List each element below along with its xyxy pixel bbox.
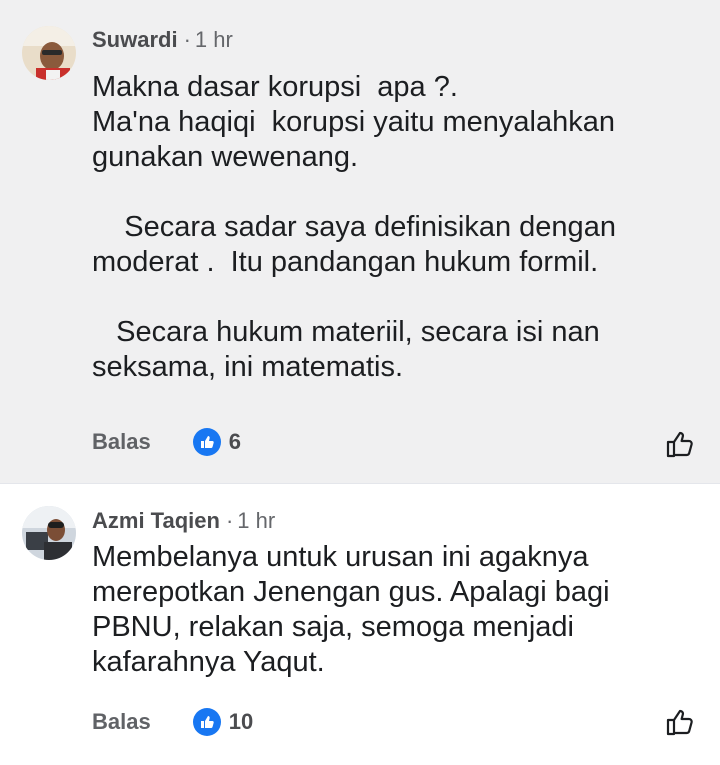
comment-azmi-taqien: Azmi Taqien · 1 hr Membelanya untuk urusan…	[0, 483, 720, 765]
comment-line: PBNU, relakan saja, semoga menjadi	[92, 611, 574, 643]
comment-meta: Suwardi · 1 hr	[92, 27, 233, 53]
comment-line: Secara hukum materiil, secara isi nan	[92, 316, 600, 348]
meta-separator: ·	[225, 508, 234, 533]
comment-line: moderat . Itu pandangan hukum formil.	[92, 246, 599, 278]
comment-actions: Balas 10	[92, 708, 253, 736]
reply-button[interactable]: Balas	[92, 709, 151, 735]
comment-actions: Balas 6	[92, 428, 241, 456]
reaction-summary[interactable]: 6	[192, 428, 241, 456]
like-icon	[192, 708, 221, 736]
timestamp[interactable]: 1 hr	[237, 508, 275, 533]
reaction-count: 6	[228, 429, 241, 454]
avatar[interactable]	[22, 26, 76, 80]
like-icon	[192, 428, 221, 456]
comment-line: gunakan wewenang.	[92, 141, 359, 173]
thumbs-up-icon	[664, 709, 696, 742]
comment-suwardi: Suwardi · 1 hr Makna dasar korupsi apa ?. …	[0, 0, 720, 483]
comment-text: Membelanya untuk urusan ini agaknya mere…	[92, 540, 692, 680]
like-button[interactable]	[664, 706, 696, 738]
comment-line: merepotkan Jenengan gus. Apalagi bagi	[92, 576, 610, 608]
timestamp[interactable]: 1 hr	[195, 27, 233, 52]
like-button[interactable]	[664, 428, 696, 460]
comment-line: Makna dasar korupsi apa ?.	[92, 71, 458, 103]
comment-line: Membelanya untuk urusan ini agaknya	[92, 541, 589, 573]
comment-line: seksama, ini matematis.	[92, 351, 404, 383]
comment-line: kafarahnya Yaqut.	[92, 646, 325, 678]
comment-line: Ma'na haqiqi korupsi yaitu menyalahkan	[92, 106, 616, 138]
reply-button[interactable]: Balas	[92, 429, 151, 455]
author-name[interactable]: Azmi Taqien	[92, 508, 220, 533]
meta-separator: ·	[183, 27, 191, 52]
avatar[interactable]	[22, 506, 76, 560]
reaction-summary[interactable]: 10	[192, 708, 254, 736]
author-name[interactable]: Suwardi	[92, 27, 178, 52]
comment-meta: Azmi Taqien · 1 hr	[92, 508, 275, 534]
reaction-count: 10	[228, 709, 254, 734]
comment-text: Makna dasar korupsi apa ?. Ma'na haqiqi …	[92, 70, 692, 385]
thumbs-up-icon	[664, 431, 696, 464]
comment-line: Secara sadar saya definisikan dengan	[92, 211, 616, 243]
